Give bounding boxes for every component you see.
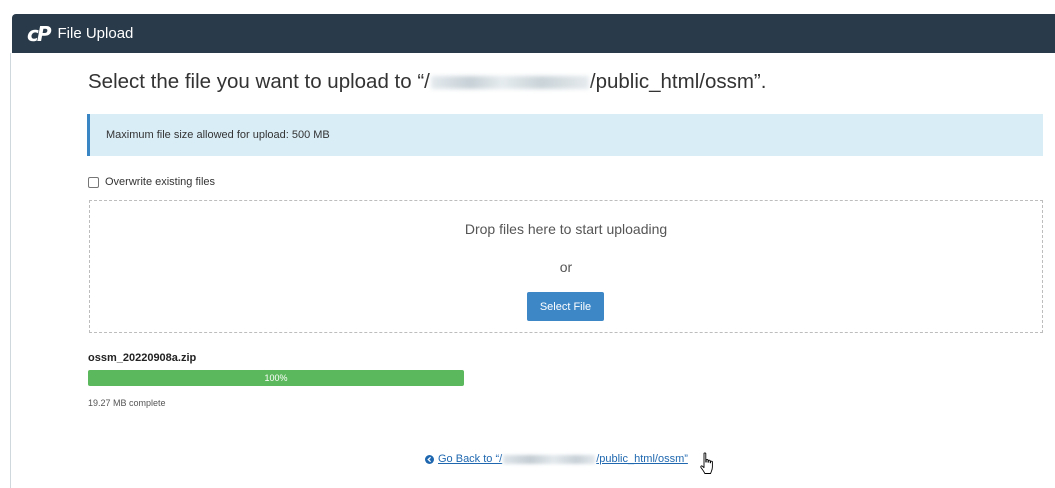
circle-arrow-left-icon xyxy=(425,454,434,464)
left-divider xyxy=(10,53,11,488)
file-dropzone[interactable]: Drop files here to start uploading or Se… xyxy=(89,200,1043,333)
redacted-path xyxy=(430,76,589,89)
upload-filename: ossm_20220908a.zip xyxy=(88,352,197,364)
page-title: Select the file you want to upload to “/… xyxy=(88,70,766,94)
upload-progress-fill: 100% xyxy=(88,370,464,386)
overwrite-option[interactable]: Overwrite existing files xyxy=(88,176,215,188)
max-size-alert: Maximum file size allowed for upload: 50… xyxy=(87,114,1043,156)
overwrite-label: Overwrite existing files xyxy=(105,176,216,188)
dropzone-or: or xyxy=(559,259,573,275)
overwrite-checkbox[interactable] xyxy=(88,176,99,188)
upload-status: 19.27 MB complete xyxy=(88,398,166,408)
page-title-suffix: /public_html/ossm”. xyxy=(589,70,767,93)
go-back-suffix: /public_html/ossm” xyxy=(596,453,688,465)
alert-text: Maximum file size allowed for upload: 50… xyxy=(106,129,330,141)
go-back-prefix: Go Back to “/ xyxy=(438,453,503,465)
hand-pointer-icon xyxy=(700,452,713,474)
upload-progress-text: 100% xyxy=(264,373,288,383)
upload-progress-bar: 100% xyxy=(88,370,464,386)
app-header: cP File Upload xyxy=(12,14,1055,53)
page-title-prefix: Select the file you want to upload to “/ xyxy=(88,70,430,93)
go-back-link[interactable]: Go Back to “/ /public_html/ossm” xyxy=(425,453,688,465)
dropzone-text: Drop files here to start uploading xyxy=(464,221,668,237)
cpanel-logo: cP xyxy=(27,21,51,46)
redacted-path xyxy=(503,454,596,464)
select-file-button[interactable]: Select File xyxy=(527,292,604,321)
header-title: File Upload xyxy=(57,25,134,42)
